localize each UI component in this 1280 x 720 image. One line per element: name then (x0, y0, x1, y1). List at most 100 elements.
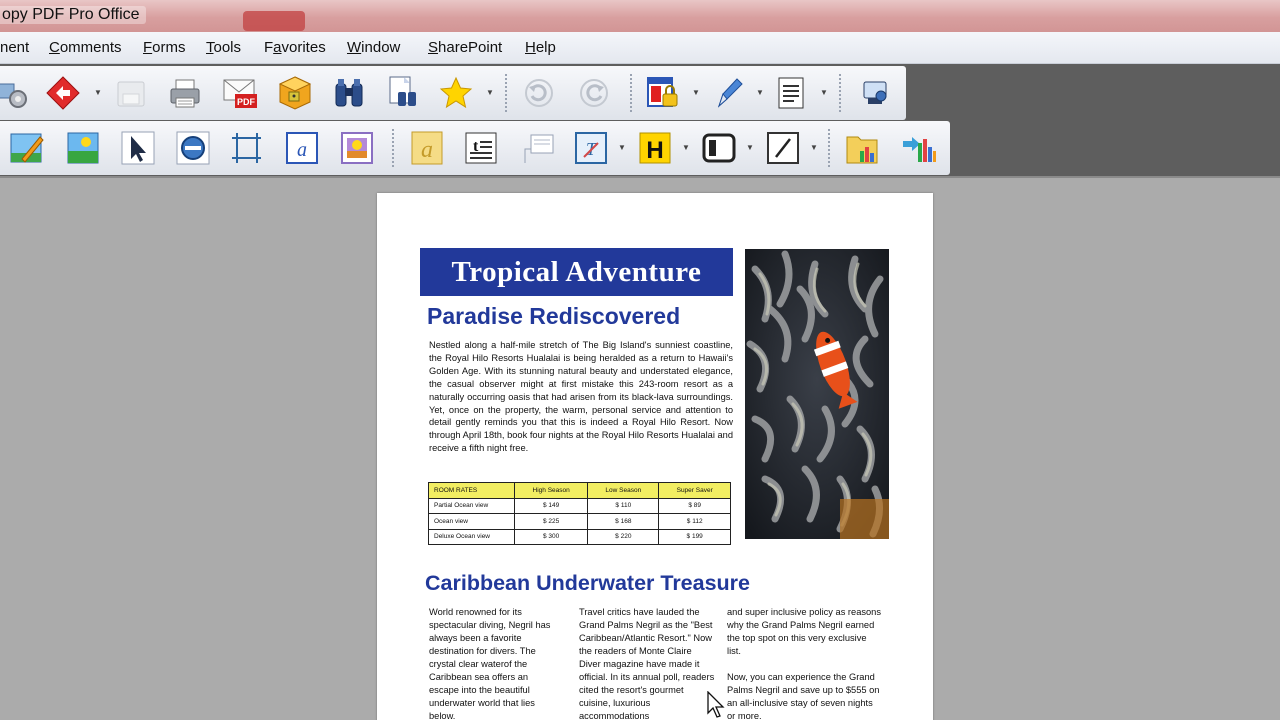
security-dropdown-arrow[interactable]: ▼ (692, 88, 700, 97)
highlight-icon[interactable]: H (636, 129, 674, 167)
table-cell: $ 199 (658, 528, 731, 545)
table-cell: $ 112 (658, 513, 731, 530)
column-3-paragraph-1: and super inclusive policy as reasons wh… (727, 607, 881, 656)
callout-icon[interactable] (519, 129, 557, 167)
menu-label-part: ools (213, 39, 242, 56)
table-cell: $ 149 (513, 497, 589, 514)
text-box-icon[interactable]: t (462, 129, 500, 167)
favorites-dropdown-arrow[interactable]: ▼ (486, 88, 494, 97)
table-cell: $ 225 (513, 513, 589, 530)
window-title: opy PDF Pro Office (0, 6, 146, 24)
standard-toolbar: ▼ PDF ▼ ▼ ▼ ▼ (0, 66, 906, 120)
heading-caribbean: Caribbean Underwater Treasure (425, 571, 751, 595)
title-bar-highlight (243, 11, 305, 31)
table-row: Deluxe Ocean view $ 300 $ 220 $ 199 (428, 528, 731, 545)
signature-pen-icon[interactable] (709, 74, 747, 112)
settings-icon[interactable] (0, 74, 32, 112)
sharepoint-icon[interactable] (856, 74, 894, 112)
find-binoculars-icon[interactable] (330, 74, 368, 112)
menu-label-part: vorites (281, 39, 326, 56)
column-1-text: World renowned for its spectacular divin… (429, 607, 551, 720)
table-header-row: ROOM RATES High Season Low Season Super … (428, 482, 731, 499)
table-cell: $ 220 (587, 528, 660, 545)
shape-dropdown-arrow[interactable]: ▼ (746, 143, 754, 152)
typewriter-dropdown-arrow[interactable]: ▼ (618, 143, 626, 152)
line-dropdown-arrow[interactable]: ▼ (810, 143, 818, 152)
table-header-cell: Low Season (587, 482, 660, 499)
table-header-cell: ROOM RATES (428, 482, 515, 499)
redo-icon[interactable] (575, 74, 613, 112)
highlight-dropdown-arrow[interactable]: ▼ (682, 143, 690, 152)
convert-dropdown-arrow[interactable]: ▼ (94, 88, 102, 97)
menu-accelerator-key: S (428, 39, 439, 56)
edit-image-icon[interactable] (8, 129, 46, 167)
menu-label-part: omments (59, 39, 122, 56)
document-security-icon[interactable] (644, 74, 682, 112)
menu-sharepoint[interactable]: SharePoint (428, 39, 502, 56)
svg-text:a: a (297, 139, 307, 161)
menu-accelerator-key: H (525, 39, 536, 56)
sticky-note-icon[interactable]: a (408, 129, 446, 167)
menu-comments[interactable]: Comments (49, 39, 122, 56)
typewriter-icon[interactable]: T (572, 129, 610, 167)
table-cell: $ 89 (658, 497, 731, 514)
table-cell: $ 168 (587, 513, 660, 530)
menu-accelerator-key: W (347, 39, 362, 56)
image-object-icon[interactable] (338, 129, 376, 167)
compare-folders-icon[interactable] (844, 129, 882, 167)
column-3-paragraph-2: Now, you can experience the Grand Palms … (727, 672, 880, 720)
room-rates-table: ROOM RATES High Season Low Season Super … (428, 482, 731, 545)
menu-favorites[interactable]: Favorites (264, 39, 326, 56)
print-icon[interactable] (166, 74, 204, 112)
secure-package-icon[interactable] (276, 74, 314, 112)
menu-help[interactable]: Help (525, 39, 556, 56)
menu-accelerator-key: C (49, 39, 60, 56)
column-3: and super inclusive policy as reasons wh… (727, 606, 883, 720)
menu-label-part: orms (152, 39, 186, 56)
menu-label-part: F (264, 39, 274, 56)
pen-dropdown-arrow[interactable]: ▼ (756, 88, 764, 97)
table-cell: $ 300 (513, 528, 589, 545)
table-header-cell: High Season (513, 482, 589, 499)
select-arrow-icon[interactable] (119, 129, 157, 167)
svg-text:PDF: PDF (237, 97, 256, 107)
table-row: Ocean view $ 225 $ 168 $ 112 (428, 513, 731, 530)
pdf-page: Tropical Adventure Paradise Rediscovered… (377, 193, 933, 720)
snapshot-icon[interactable] (174, 129, 212, 167)
column-2-text: Travel critics have lauded the Grand Pal… (579, 607, 715, 720)
merge-compare-icon[interactable] (900, 129, 938, 167)
insert-image-icon[interactable] (64, 129, 102, 167)
svg-text:a: a (421, 137, 433, 163)
table-row: Partial Ocean view $ 149 $ 110 $ 89 (428, 497, 731, 514)
crop-icon[interactable] (228, 129, 266, 167)
toolbar-separator (630, 74, 632, 112)
menu-label-part: elp (535, 39, 556, 56)
line-tool-icon[interactable] (764, 129, 802, 167)
search-document-icon[interactable] (384, 74, 422, 112)
menu-tools[interactable]: Tools (206, 39, 241, 56)
heading-paradise: Paradise Rediscovered (427, 303, 681, 329)
shape-rectangle-icon[interactable] (700, 129, 738, 167)
toolbar-separator (505, 74, 507, 112)
undo-icon[interactable] (520, 74, 558, 112)
table-cell: Partial Ocean view (428, 497, 515, 514)
menu-window[interactable]: Window (347, 39, 400, 56)
save-disabled-icon (112, 74, 150, 112)
document-properties-icon[interactable] (772, 74, 810, 112)
clownfish-photo (745, 249, 889, 539)
properties-dropdown-arrow[interactable]: ▼ (820, 88, 828, 97)
menu-label-part: indow (361, 39, 401, 56)
menu-label-part: nent (0, 39, 30, 56)
convert-to-pdf-icon[interactable] (44, 74, 82, 112)
paragraph-paradise: Nestled along a half-mile stretch of The… (429, 340, 733, 454)
menu-document[interactable]: nent (0, 39, 29, 56)
favorites-star-icon[interactable] (437, 74, 475, 112)
menu-label-part: harePoint (438, 39, 503, 56)
menu-accelerator-key: T (206, 39, 214, 56)
menu-accelerator-key: F (143, 39, 153, 56)
table-cell: Ocean view (428, 513, 515, 530)
menu-forms[interactable]: Forms (143, 39, 186, 56)
email-pdf-icon[interactable]: PDF (221, 74, 259, 112)
text-edit-icon[interactable]: a (283, 129, 321, 167)
svg-text:H: H (646, 137, 663, 164)
